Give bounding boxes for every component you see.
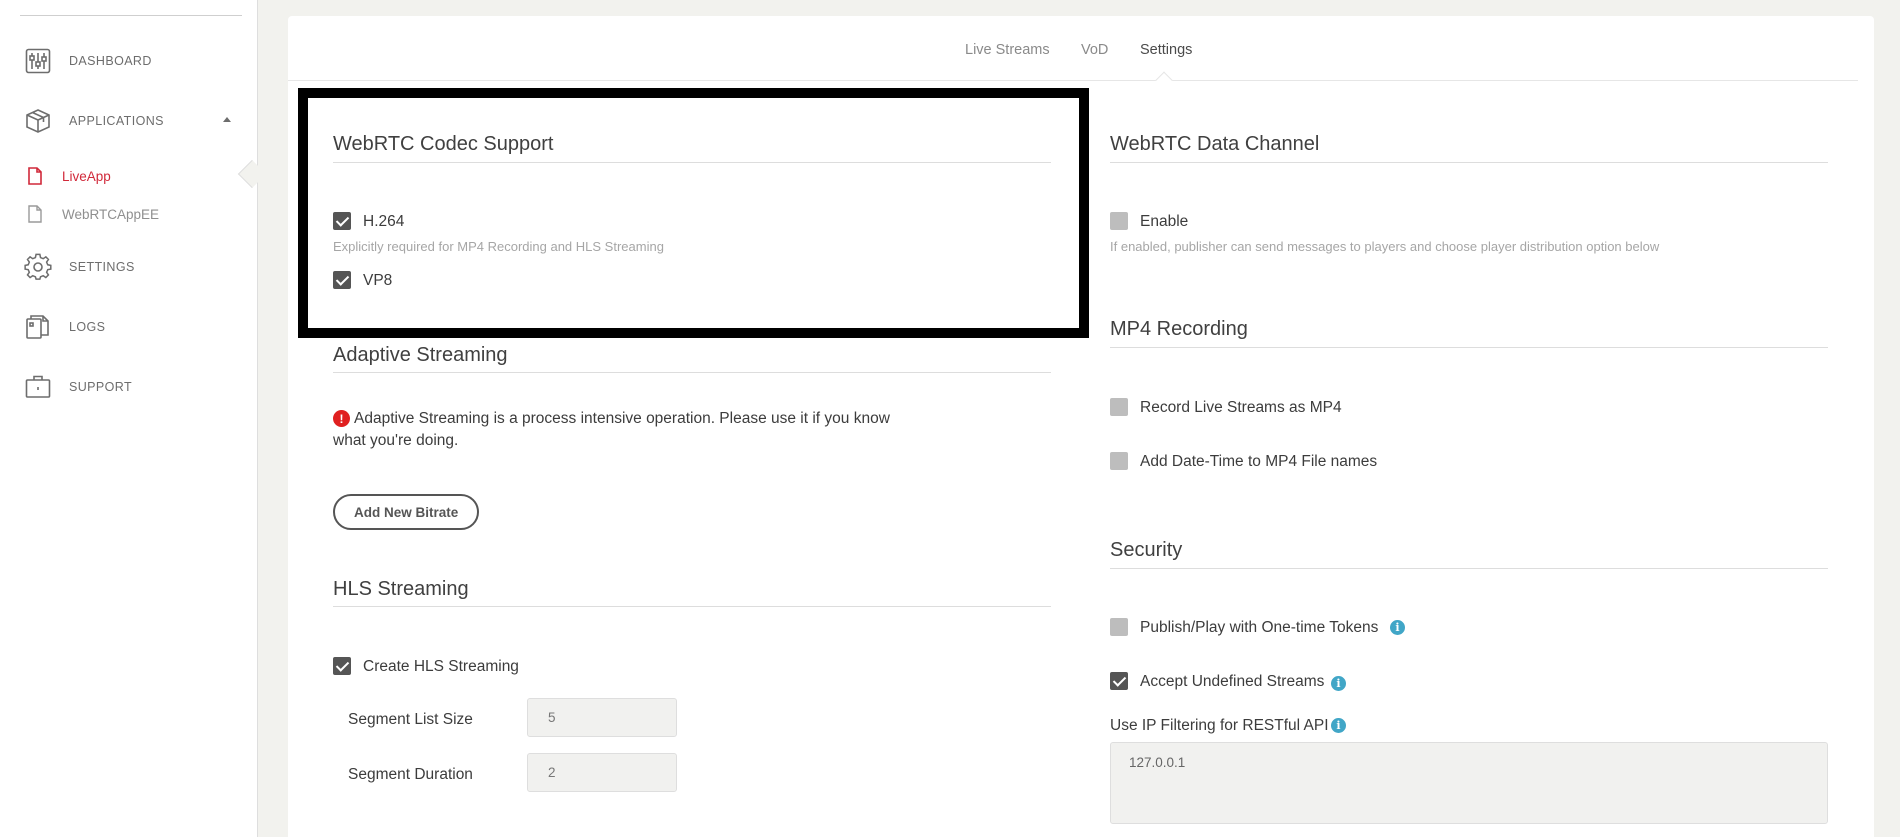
- tab-divider: [288, 80, 1858, 81]
- sliders-icon: [24, 47, 52, 75]
- tab-bar: Live Streams VoD Settings: [288, 16, 1874, 89]
- toolbox-icon: [24, 373, 52, 401]
- section-divider: [1110, 347, 1828, 348]
- info-icon[interactable]: i: [1390, 620, 1405, 635]
- record-mp4-checkbox[interactable]: [1110, 398, 1128, 416]
- sidebar: DASHBOARD APPLICATIONS LiveApp WebRTCApp…: [0, 0, 258, 837]
- sidebar-app-webrtcappee[interactable]: WebRTCAppEE: [28, 203, 159, 225]
- section-divider: [1110, 162, 1828, 163]
- security-section-title: Security: [1110, 539, 1183, 561]
- adaptive-section-title: Adaptive Streaming: [333, 344, 508, 366]
- section-divider: [333, 372, 1051, 373]
- sidebar-item-label: APPLICATIONS: [69, 114, 164, 128]
- file-icon: [28, 205, 42, 223]
- codec-section-title: WebRTC Codec Support: [333, 133, 554, 155]
- segment-duration-label: Segment Duration: [348, 766, 473, 783]
- sidebar-item-applications[interactable]: APPLICATIONS: [24, 105, 164, 137]
- collapse-caret-icon[interactable]: [223, 117, 231, 122]
- section-divider: [1110, 568, 1828, 569]
- tab-live-streams[interactable]: Live Streams: [965, 42, 1050, 58]
- file-icon: [28, 167, 42, 185]
- sidebar-item-label: SETTINGS: [69, 260, 135, 274]
- datachannel-section-title: WebRTC Data Channel: [1110, 133, 1320, 155]
- tab-settings[interactable]: Settings: [1140, 42, 1192, 58]
- h264-help-text: Explicitly required for MP4 Recording an…: [333, 239, 664, 254]
- record-mp4-label: Record Live Streams as MP4: [1140, 399, 1342, 416]
- info-icon[interactable]: i: [1331, 718, 1346, 733]
- mp4-section-title: MP4 Recording: [1110, 318, 1248, 340]
- sidebar-item-settings[interactable]: SETTINGS: [24, 251, 135, 283]
- vp8-checkbox[interactable]: [333, 271, 351, 289]
- sidebar-item-logs[interactable]: LOGS: [24, 311, 105, 343]
- segment-duration-input[interactable]: [527, 753, 677, 792]
- datachannel-enable-checkbox[interactable]: [1110, 212, 1128, 230]
- adaptive-warning-text: Adaptive Streaming is a process intensiv…: [333, 410, 890, 449]
- h264-label: H.264: [363, 213, 405, 230]
- hls-section-title: HLS Streaming: [333, 578, 469, 600]
- ip-filtering-textarea[interactable]: 127.0.0.1: [1110, 742, 1828, 824]
- accept-undefined-label: Accept Undefined Streams: [1140, 673, 1325, 690]
- gear-icon: [24, 253, 52, 281]
- sidebar-app-label: WebRTCAppEE: [62, 206, 160, 222]
- sidebar-item-label: SUPPORT: [69, 380, 132, 394]
- onetime-tokens-label: Publish/Play with One-time Tokens: [1140, 619, 1379, 636]
- sidebar-divider: [20, 15, 242, 16]
- add-new-bitrate-button[interactable]: Add New Bitrate: [333, 494, 480, 530]
- section-divider: [333, 606, 1051, 607]
- mp4-datetime-checkbox[interactable]: [1110, 452, 1128, 470]
- sidebar-item-label: LOGS: [69, 320, 106, 334]
- cube-icon: [24, 107, 52, 135]
- sidebar-app-liveapp[interactable]: LiveApp: [28, 165, 111, 187]
- active-tab-pointer: [1155, 71, 1173, 89]
- segment-list-size-input[interactable]: [527, 698, 677, 737]
- section-divider: [333, 162, 1051, 163]
- files-icon: [24, 313, 52, 341]
- sidebar-item-support[interactable]: SUPPORT: [24, 371, 132, 403]
- sidebar-item-label: DASHBOARD: [69, 54, 152, 68]
- mp4-datetime-label: Add Date-Time to MP4 File names: [1140, 453, 1378, 470]
- create-hls-checkbox[interactable]: [333, 657, 351, 675]
- h264-checkbox[interactable]: [333, 212, 351, 230]
- ip-filtering-label: Use IP Filtering for RESTful API: [1110, 717, 1329, 734]
- segment-list-size-label: Segment List Size: [348, 711, 473, 728]
- tab-vod[interactable]: VoD: [1081, 42, 1108, 58]
- onetime-tokens-checkbox[interactable]: [1110, 618, 1128, 636]
- sidebar-app-label: LiveApp: [62, 168, 111, 184]
- sidebar-item-dashboard[interactable]: DASHBOARD: [24, 45, 152, 77]
- vp8-label: VP8: [363, 272, 393, 289]
- datachannel-enable-label: Enable: [1140, 213, 1189, 230]
- accept-undefined-checkbox[interactable]: [1110, 672, 1128, 690]
- info-icon[interactable]: i: [1331, 676, 1346, 691]
- datachannel-help-text: If enabled, publisher can send messages …: [1110, 239, 1660, 254]
- create-hls-label: Create HLS Streaming: [363, 658, 519, 675]
